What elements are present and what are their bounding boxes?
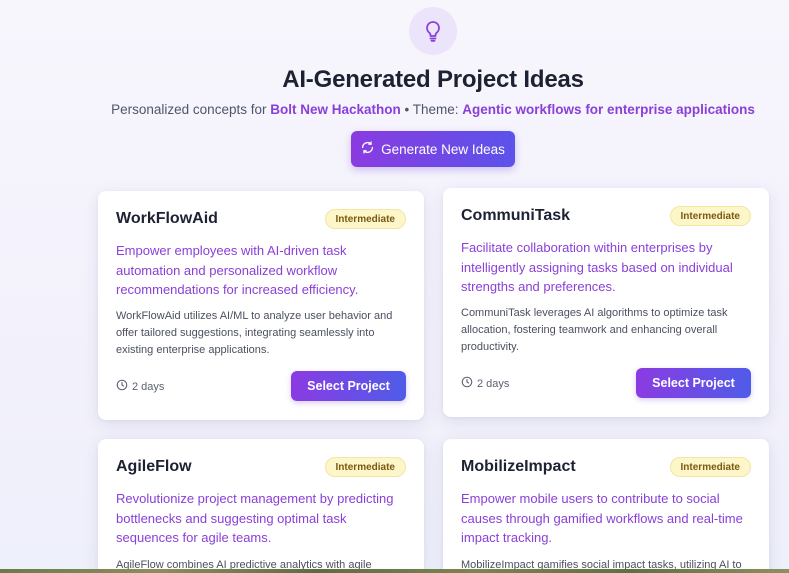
project-name: AgileFlow [116,458,192,475]
project-card: AgileFlow Intermediate Revolutionize pro… [98,439,424,573]
project-card: CommuniTask Intermediate Facilitate coll… [443,188,769,417]
desktop-background-strip [0,569,789,573]
project-tagline: Empower employees with AI-driven task au… [116,243,359,297]
project-tagline: Empower mobile users to contribute to so… [461,491,743,545]
duration: 2 days [461,376,509,391]
project-card: MobilizeImpact Intermediate Empower mobi… [443,439,769,573]
project-name: MobilizeImpact [461,458,576,475]
select-project-button[interactable]: Select Project [291,371,406,401]
project-description: CommuniTask leverages AI algorithms to o… [461,307,728,353]
difficulty-badge: Intermediate [324,209,406,229]
duration-label: 2 days [132,380,165,393]
project-tagline: Revolutionize project management by pred… [116,491,394,545]
select-project-button[interactable]: Select Project [636,368,751,398]
project-tagline: Facilitate collaboration within enterpri… [461,240,733,294]
generate-new-ideas-button[interactable]: Generate New Ideas [351,131,515,167]
clock-icon [116,379,128,394]
theme-name: Agentic workflows for enterprise applica… [462,102,755,117]
subtitle-prefix: Personalized concepts for [111,102,267,117]
clock-icon [461,376,473,391]
page-subtitle: Personalized concepts for Bolt New Hacka… [0,102,789,117]
project-description: WorkFlowAid utilizes AI/ML to analyze us… [116,310,393,356]
subtitle-separator: • Theme: [404,102,459,117]
project-card: WorkFlowAid Intermediate Empower employe… [98,191,424,420]
difficulty-badge: Intermediate [669,206,751,226]
hackathon-name: Bolt New Hackathon [270,102,401,117]
duration: 2 days [116,379,164,394]
difficulty-badge: Intermediate [669,457,751,477]
refresh-icon [361,141,374,157]
generate-button-label: Generate New Ideas [381,141,505,157]
duration-label: 2 days [477,377,510,390]
page-title: AI-Generated Project Ideas [282,66,584,93]
difficulty-badge: Intermediate [324,457,406,477]
project-name: WorkFlowAid [116,210,218,227]
lightbulb-icon [409,7,457,55]
project-name: CommuniTask [461,207,571,224]
